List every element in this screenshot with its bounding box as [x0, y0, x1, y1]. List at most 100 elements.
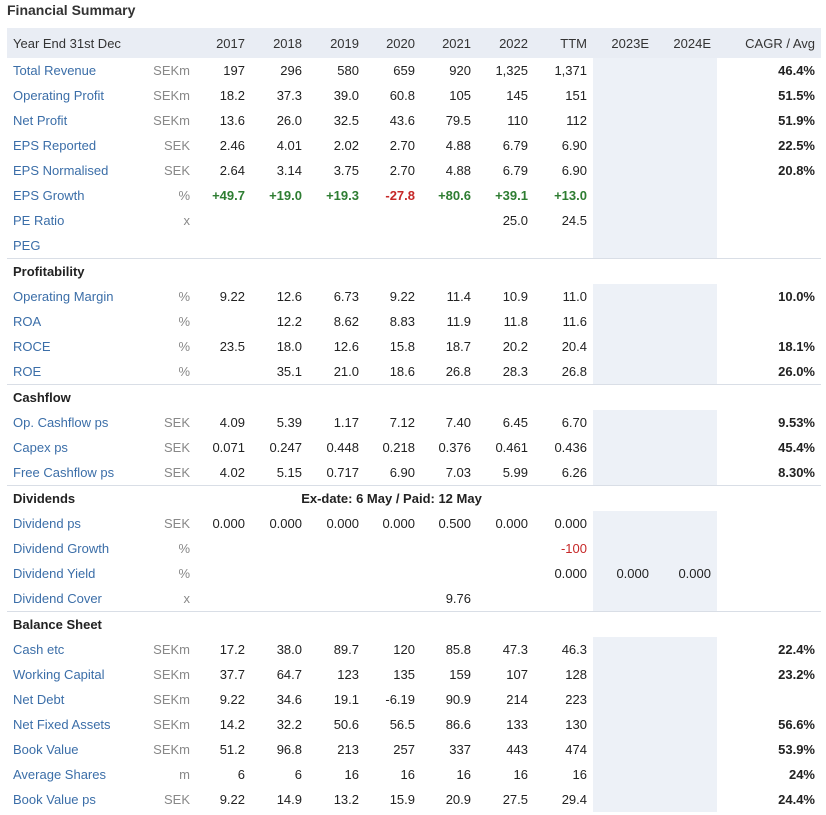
row-label-link[interactable]: ROE: [7, 359, 149, 385]
value-cell: [593, 762, 655, 787]
row-label-link[interactable]: EPS Growth: [7, 183, 149, 208]
value-cell: 8.62: [333, 314, 359, 329]
value-cell: 21.0: [333, 364, 359, 379]
row-label-link[interactable]: Free Cashflow ps: [7, 460, 149, 486]
value-cell: 35.1: [276, 364, 302, 379]
row-unit: %: [178, 541, 190, 556]
row-label-link[interactable]: EPS Normalised: [7, 158, 149, 183]
row-unit: SEKm: [153, 63, 190, 78]
row-label-link[interactable]: Cash etc: [7, 637, 149, 662]
value-cell: 90.9: [445, 692, 471, 707]
value-cell: [655, 334, 717, 359]
value-cell: 145: [506, 88, 528, 103]
row-label-link[interactable]: EPS Reported: [7, 133, 149, 158]
row-label-link[interactable]: ROA: [7, 309, 149, 334]
unit-header: [149, 28, 196, 58]
section-spacer: [196, 384, 821, 410]
value-cell: 135: [393, 667, 415, 682]
value-cell: 51.2: [219, 742, 245, 757]
row-label-link[interactable]: Working Capital: [7, 662, 149, 687]
value-cell: 3.75: [333, 163, 359, 178]
value-cell: +39.1: [495, 188, 528, 203]
value-cell: 64.7: [276, 667, 302, 682]
cagr-cell: 22.5%: [778, 138, 815, 153]
value-cell: [593, 536, 655, 561]
value-cell: 0.000: [593, 561, 655, 586]
row-label-link[interactable]: Dividend Growth: [7, 536, 149, 561]
value-cell: 133: [506, 717, 528, 732]
value-cell: [655, 309, 717, 334]
value-cell: [593, 410, 655, 435]
table-row-roe: ROE% 35.1 21.0 18.6 26.8 28.3 26.8 26.0%: [7, 359, 821, 385]
value-cell: 32.5: [333, 113, 359, 128]
value-cell: 18.0: [276, 339, 302, 354]
row-label-link[interactable]: Capex ps: [7, 435, 149, 460]
row-label-link[interactable]: Net Debt: [7, 687, 149, 712]
year-header: 2017: [216, 35, 245, 51]
row-label-link[interactable]: Dividend Yield: [7, 561, 149, 586]
value-cell: [655, 83, 717, 108]
row-label-link[interactable]: Dividend Cover: [7, 586, 149, 612]
row-label-link[interactable]: Operating Margin: [7, 284, 149, 309]
value-cell: [421, 536, 477, 561]
value-cell: [593, 183, 655, 208]
row-label-link[interactable]: Operating Profit: [7, 83, 149, 108]
cagr-cell: 24.4%: [778, 792, 815, 807]
value-cell: [655, 133, 717, 158]
value-cell: 197: [223, 63, 245, 78]
value-cell: 23.5: [219, 339, 245, 354]
value-cell: 474: [565, 742, 587, 757]
value-cell: 130: [565, 717, 587, 732]
value-cell: 110: [507, 113, 528, 128]
value-cell: [421, 561, 477, 586]
value-cell: 43.6: [389, 113, 415, 128]
row-label-link[interactable]: Total Revenue: [7, 58, 149, 83]
row-unit: SEK: [163, 415, 190, 430]
row-label-link[interactable]: Net Fixed Assets: [7, 712, 149, 737]
year-header: 2019: [330, 35, 359, 51]
row-label-link[interactable]: Net Profit: [7, 108, 149, 133]
row-unit: x: [183, 591, 191, 606]
value-cell: [655, 737, 717, 762]
cagr-cell: 56.6%: [778, 717, 815, 732]
value-cell: 3.14: [276, 163, 302, 178]
row-unit: SEKm: [153, 717, 190, 732]
row-label-link[interactable]: Book Value ps: [7, 787, 149, 812]
value-cell: [593, 511, 655, 536]
row-unit: SEKm: [153, 667, 190, 682]
value-cell: 1,371: [554, 63, 587, 78]
value-cell: [477, 536, 534, 561]
row-label-link[interactable]: PE Ratio: [7, 208, 149, 233]
section-title: Dividends: [7, 485, 196, 511]
value-cell: 6.26: [561, 465, 587, 480]
financial-summary-table: Year End 31st Dec 2017 2018 2019 2020 20…: [7, 28, 821, 812]
value-cell: [655, 183, 717, 208]
year-header: 2020: [386, 35, 415, 51]
value-cell: 1.17: [333, 415, 359, 430]
year-header: TTM: [560, 35, 587, 51]
value-cell: [421, 208, 477, 233]
value-cell: 15.8: [389, 339, 415, 354]
row-label-link[interactable]: Book Value: [7, 737, 149, 762]
cagr-cell: [717, 687, 821, 712]
value-cell: +19.0: [269, 188, 302, 203]
value-cell: +19.3: [326, 188, 359, 203]
value-cell: [655, 536, 717, 561]
row-label-link[interactable]: Average Shares: [7, 762, 149, 787]
row-label-link[interactable]: PEG: [7, 233, 149, 259]
value-cell: [655, 511, 717, 536]
row-label-link[interactable]: Dividend ps: [7, 511, 149, 536]
value-cell: 16: [513, 767, 528, 782]
row-label-link[interactable]: ROCE: [7, 334, 149, 359]
value-cell: 0.000: [212, 516, 245, 531]
row-unit: %: [178, 188, 190, 203]
row-label-link[interactable]: Op. Cashflow ps: [7, 410, 149, 435]
cagr-cell: 22.4%: [778, 642, 815, 657]
section-title: Profitability: [7, 258, 196, 284]
value-cell: 0.500: [438, 516, 471, 531]
value-cell: [196, 309, 251, 334]
value-cell: [477, 233, 534, 259]
value-cell: [593, 284, 655, 309]
value-cell: [593, 586, 655, 612]
year-end-header: Year End 31st Dec: [13, 35, 121, 51]
